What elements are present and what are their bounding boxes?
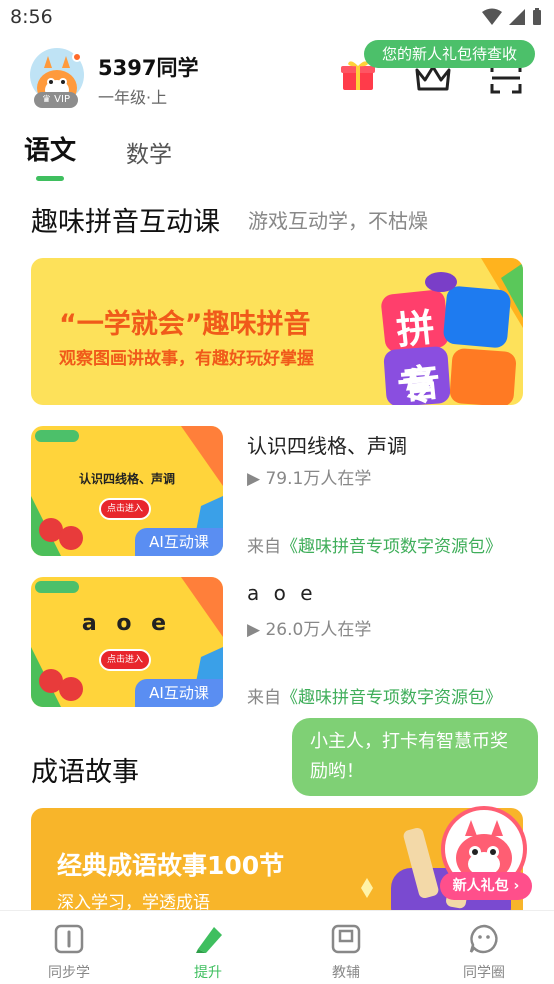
user-grade[interactable]: 一年级·上 [98,84,167,108]
idiom-banner-headline: 经典成语故事100节 [57,851,285,880]
course-source[interactable]: 来自《趣味拼音专项数字资源包》 [247,683,502,708]
newbie-gift-button[interactable]: 新人礼包 › [440,872,532,900]
bottom-nav: 同步学 提升 教辅 同学圈 [0,910,554,984]
nav-label: 同步学 [48,965,90,981]
chat-face-icon [469,924,498,954]
thumbnail-title: 认识四线格、声调 [78,472,175,486]
play-icon: ▶ [247,469,261,489]
tab-chinese[interactable]: 语文 [24,130,76,167]
source-link[interactable]: 《趣味拼音专项数字资源包》 [281,537,502,557]
course-item[interactable]: 认识四线格、声调 点击进入 AI互动课 认识四线格、声调 ▶ 79.1万人在学 … [31,426,526,557]
signal-icon [509,9,525,25]
active-tab-indicator [36,176,64,181]
course-title[interactable]: a o e [247,581,317,605]
play-icon: ▶ [247,620,261,640]
mascot-speech-bubble[interactable]: 小主人，打卡有智慧币奖励哟！ [292,718,538,796]
status-bar: 8:56 [0,0,554,36]
wifi-icon [482,8,502,25]
nav-item-improve[interactable]: 提升 [168,911,248,984]
ai-course-tag: AI互动课 [135,528,223,556]
banner-headline: “一学就会”趣味拼音 [59,309,311,340]
course-item[interactable]: a o e 点击进入 AI互动课 a o e ▶ 26.0万人在学 来自《趣味拼… [31,577,526,708]
nav-item-tutoring[interactable]: 教辅 [306,911,386,984]
vip-badge[interactable]: ♛ VIP [34,92,78,108]
section-subtitle-pinyin: 游戏互动学，不枯燥 [248,209,428,233]
battery-icon [533,8,541,25]
workbook-icon [331,924,361,954]
logo-text-2: 专项 [395,363,437,405]
section-title-idiom: 成语故事 [31,757,139,788]
tab-math[interactable]: 数学 [126,135,172,169]
ai-course-tag: AI互动课 [135,679,223,707]
course-title[interactable]: 认识四线格、声调 [247,430,407,459]
nav-item-sync-learn[interactable]: 同步学 [29,911,109,984]
course-source[interactable]: 来自《趣味拼音专项数字资源包》 [247,532,502,557]
banner-subline: 观察图画讲故事，有趣好玩好掌握 [59,349,314,369]
nav-item-classmates[interactable]: 同学圈 [444,911,524,984]
pinyin-banner[interactable]: “一学就会”趣味拼音 观察图画讲故事，有趣好玩好掌握 拼音 专项 [31,258,523,405]
thumbnail-enter-button: 点击进入 [99,649,151,671]
thumbnail-title: a o e [81,611,173,636]
nav-label: 教辅 [332,965,360,981]
pencil-eraser-icon [196,927,222,953]
status-time: 8:56 [10,6,53,28]
section-title-pinyin: 趣味拼音互动课 [31,207,220,238]
nav-label: 同学圈 [463,965,505,981]
gift-tooltip[interactable]: 您的新人礼包待查收 [364,40,536,68]
crown-small-icon: ♛ [42,94,51,105]
thumbnail-enter-button: 点击进入 [99,498,151,520]
book-icon [54,924,84,954]
course-learners: ▶ 26.0万人在学 [247,620,372,640]
crown-icon[interactable] [414,64,452,92]
user-name[interactable]: 5397同学 [98,52,198,82]
course-thumbnail[interactable]: 认识四线格、声调 点击进入 AI互动课 [31,426,223,556]
course-thumbnail[interactable]: a o e 点击进入 AI互动课 [31,577,223,707]
nav-label: 提升 [194,965,222,981]
course-learners: ▶ 79.1万人在学 [247,469,372,489]
notification-dot [72,52,82,62]
source-link[interactable]: 《趣味拼音专项数字资源包》 [281,688,502,708]
status-icons [482,8,542,26]
